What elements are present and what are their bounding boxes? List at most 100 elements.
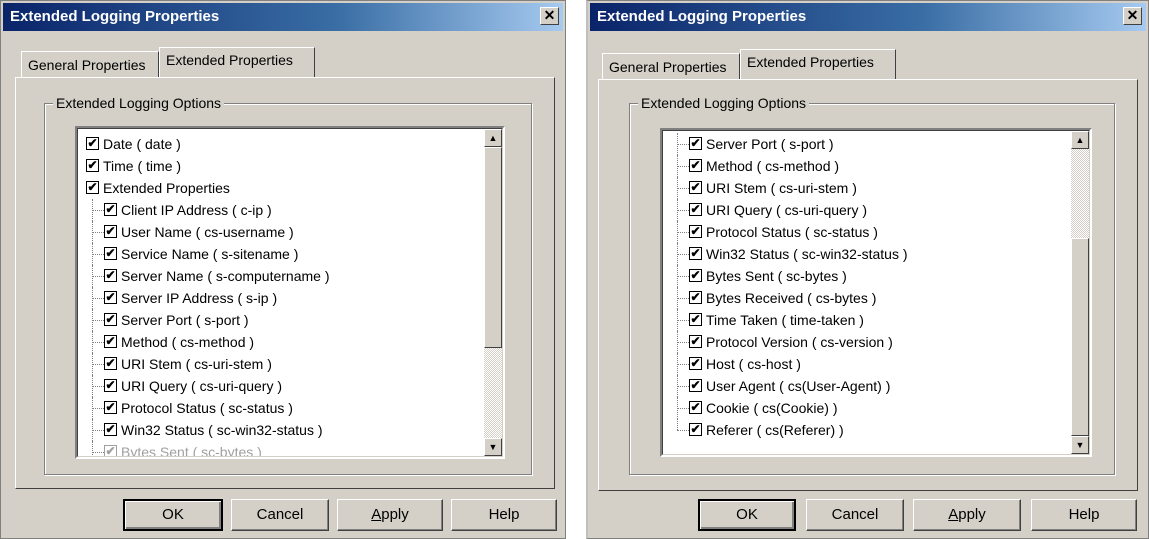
cancel-button[interactable]: Cancel <box>231 499 329 531</box>
tree-item[interactable]: ✔ Win32 Status ( sc-win32-status ) <box>663 243 1071 265</box>
group-label: Extended Logging Options <box>638 95 810 111</box>
tree-item[interactable]: ✔ Cookie ( cs(Cookie) ) <box>663 397 1071 419</box>
tree-item[interactable]: ✔ Date ( date ) <box>78 133 484 155</box>
apply-button[interactable]: Apply <box>913 499 1021 531</box>
tab-extended-properties[interactable]: Extended Properties <box>740 49 896 79</box>
tree-item[interactable]: ✔ Server Port ( s-port ) <box>78 309 484 331</box>
checkbox[interactable]: ✔ <box>689 357 702 370</box>
checkbox[interactable]: ✔ <box>86 137 99 150</box>
checkbox[interactable]: ✔ <box>689 225 702 238</box>
checkbox[interactable]: ✔ <box>689 247 702 260</box>
tree-item-label: Bytes Received ( cs-bytes ) <box>706 290 877 306</box>
tree-item[interactable]: ✔ URI Query ( cs-uri-query ) <box>78 375 484 397</box>
tree-item-label: URI Query ( cs-uri-query ) <box>121 378 283 394</box>
checkbox[interactable]: ✔ <box>104 203 117 216</box>
ok-button[interactable]: OK <box>698 499 796 531</box>
checkbox[interactable]: ✔ <box>104 225 117 238</box>
checkbox[interactable]: ✔ <box>104 269 117 282</box>
checkbox[interactable]: ✔ <box>104 335 117 348</box>
checkbox[interactable]: ✔ <box>104 291 117 304</box>
checkbox[interactable]: ✔ <box>104 379 117 392</box>
checkbox[interactable]: ✔ <box>689 313 702 326</box>
tree-item-label: Server IP Address ( s-ip ) <box>121 290 278 306</box>
tree-item[interactable]: ✔ Protocol Status ( sc-status ) <box>78 397 484 419</box>
tree-item[interactable]: ✔ Method ( cs-method ) <box>663 155 1071 177</box>
checkbox[interactable]: ✔ <box>104 423 117 436</box>
tree-item[interactable]: ✔ Bytes Sent ( sc-bytes ) <box>663 265 1071 287</box>
tree-item[interactable]: ✔ User Agent ( cs(User-Agent) ) <box>663 375 1071 397</box>
checkbox[interactable]: ✔ <box>689 181 702 194</box>
extended-logging-options-group: Extended Logging Options ✔ Date ( date ) ✔… <box>44 95 532 475</box>
checkbox[interactable]: ✔ <box>104 313 117 326</box>
tree-item[interactable]: ✔ Protocol Status ( sc-status ) <box>663 221 1071 243</box>
tree-item[interactable]: ✔ Bytes Received ( cs-bytes ) <box>663 287 1071 309</box>
checkbox[interactable]: ✔ <box>689 203 702 216</box>
checkbox[interactable]: ✔ <box>689 137 702 150</box>
help-button[interactable]: Help <box>1031 499 1137 531</box>
tree-item-label: Method ( cs-method ) <box>706 158 840 174</box>
tree-item[interactable]: ✔ Extended Properties <box>78 177 484 199</box>
tab-general-properties[interactable]: General Properties <box>602 53 740 79</box>
checkbox[interactable]: ✔ <box>104 357 117 370</box>
scroll-up-button[interactable]: ▲ <box>484 129 502 147</box>
tab-label: General Properties <box>28 57 146 73</box>
tree-item[interactable]: ✔ Host ( cs-host ) <box>663 353 1071 375</box>
checkbox[interactable]: ✔ <box>104 401 117 414</box>
tree-item[interactable]: ✔ Time ( time ) <box>78 155 484 177</box>
group-label: Extended Logging Options <box>53 95 225 111</box>
close-button[interactable]: ✕ <box>540 7 559 25</box>
tree-item-label: Server Port ( s-port ) <box>121 312 249 328</box>
checkbox[interactable]: ✔ <box>104 445 117 456</box>
tree-item[interactable]: ✔ Win32 Status ( sc-win32-status ) <box>78 419 484 441</box>
checkbox[interactable]: ✔ <box>689 423 702 436</box>
tab-extended-properties[interactable]: Extended Properties <box>159 47 315 77</box>
checkbox[interactable]: ✔ <box>689 401 702 414</box>
tree-item[interactable]: ✔ Client IP Address ( c-ip ) <box>78 199 484 221</box>
scroll-thumb[interactable] <box>484 147 502 348</box>
logging-options-tree[interactable]: ✔ Server Port ( s-port ) ✔ Method ( cs-meth… <box>660 128 1092 457</box>
tab-general-properties[interactable]: General Properties <box>21 51 159 77</box>
tree-item[interactable]: ✔ Referer ( cs(Referer) ) <box>663 419 1071 441</box>
checkbox[interactable]: ✔ <box>104 247 117 260</box>
logging-options-tree[interactable]: ✔ Date ( date ) ✔ Time ( time ) ✔ Extended Pr… <box>75 126 505 459</box>
scroll-thumb[interactable] <box>1071 238 1089 436</box>
tree-item[interactable]: ✔ Bytes Sent ( sc-bytes ) <box>78 441 484 456</box>
tree-item-label: Client IP Address ( c-ip ) <box>121 202 272 218</box>
vertical-scrollbar[interactable]: ▲ ▼ <box>484 129 502 456</box>
scroll-up-button[interactable]: ▲ <box>1071 131 1089 149</box>
help-button[interactable]: Help <box>451 499 557 531</box>
tree-item[interactable]: ✔ Server Name ( s-computername ) <box>78 265 484 287</box>
checkbox[interactable]: ✔ <box>86 181 99 194</box>
tree-item-label: Extended Properties <box>103 180 230 196</box>
tree-item-label: Win32 Status ( sc-win32-status ) <box>121 422 323 438</box>
tree-item[interactable]: ✔ URI Stem ( cs-uri-stem ) <box>78 353 484 375</box>
apply-button[interactable]: Apply <box>337 499 443 531</box>
checkbox[interactable]: ✔ <box>689 379 702 392</box>
close-icon: ✕ <box>1126 7 1139 23</box>
scroll-down-button[interactable]: ▼ <box>484 438 502 456</box>
tree-item-label: User Agent ( cs(User-Agent) ) <box>706 378 891 394</box>
tree-item[interactable]: ✔ URI Query ( cs-uri-query ) <box>663 199 1071 221</box>
tree-item[interactable]: ✔ User Name ( cs-username ) <box>78 221 484 243</box>
title-bar: Extended Logging Properties ✕ <box>3 3 563 31</box>
ok-button[interactable]: OK <box>123 499 223 531</box>
tree-item[interactable]: ✔ Server IP Address ( s-ip ) <box>78 287 484 309</box>
tree-item[interactable]: ✔ URI Stem ( cs-uri-stem ) <box>663 177 1071 199</box>
checkbox[interactable]: ✔ <box>86 159 99 172</box>
checkbox[interactable]: ✔ <box>689 291 702 304</box>
checkbox[interactable]: ✔ <box>689 159 702 172</box>
tree-item[interactable]: ✔ Method ( cs-method ) <box>78 331 484 353</box>
scroll-down-button[interactable]: ▼ <box>1071 436 1089 454</box>
scroll-down-icon: ▼ <box>488 442 498 452</box>
cancel-button[interactable]: Cancel <box>806 499 904 531</box>
tree-item-label: URI Stem ( cs-uri-stem ) <box>706 180 857 196</box>
close-button[interactable]: ✕ <box>1123 7 1142 25</box>
tree-item[interactable]: ✔ Server Port ( s-port ) <box>663 133 1071 155</box>
tree-item[interactable]: ✔ Service Name ( s-sitename ) <box>78 243 484 265</box>
vertical-scrollbar[interactable]: ▲ ▼ <box>1071 131 1089 454</box>
checkbox[interactable]: ✔ <box>689 335 702 348</box>
checkbox[interactable]: ✔ <box>689 269 702 282</box>
tree-item[interactable]: ✔ Time Taken ( time-taken ) <box>663 309 1071 331</box>
tree-item[interactable]: ✔ Protocol Version ( cs-version ) <box>663 331 1071 353</box>
title-bar: Extended Logging Properties ✕ <box>590 3 1146 31</box>
